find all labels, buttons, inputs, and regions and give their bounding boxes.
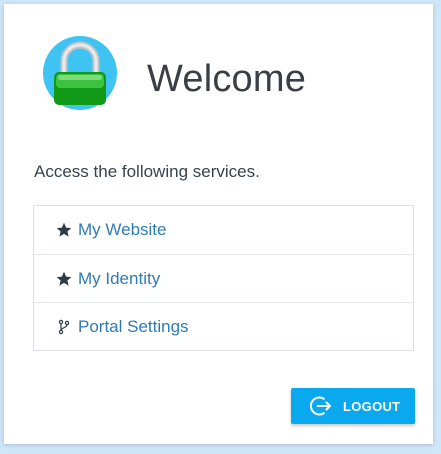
service-link-label[interactable]: My Website: [78, 220, 167, 240]
star-icon: [56, 222, 72, 238]
service-link-label[interactable]: My Identity: [78, 269, 160, 289]
logout-button[interactable]: LOGOUT: [291, 388, 415, 424]
service-item-my-website[interactable]: My Website: [34, 206, 413, 254]
star-icon: [56, 271, 72, 287]
services-intro-text: Access the following services.: [34, 162, 260, 181]
logout-icon: [309, 394, 333, 418]
service-link-label[interactable]: Portal Settings: [78, 317, 189, 337]
service-item-portal-settings[interactable]: Portal Settings: [34, 302, 413, 350]
branch-icon: [56, 319, 72, 335]
service-item-my-identity[interactable]: My Identity: [34, 254, 413, 302]
padlock-icon: [42, 35, 118, 111]
logout-button-label[interactable]: LOGOUT: [343, 399, 400, 414]
services-list: My Website My Identity Portal Settings: [33, 205, 414, 351]
page-title: Welcome: [147, 58, 307, 100]
portal-card: Welcome Access the following services. M…: [4, 4, 433, 444]
